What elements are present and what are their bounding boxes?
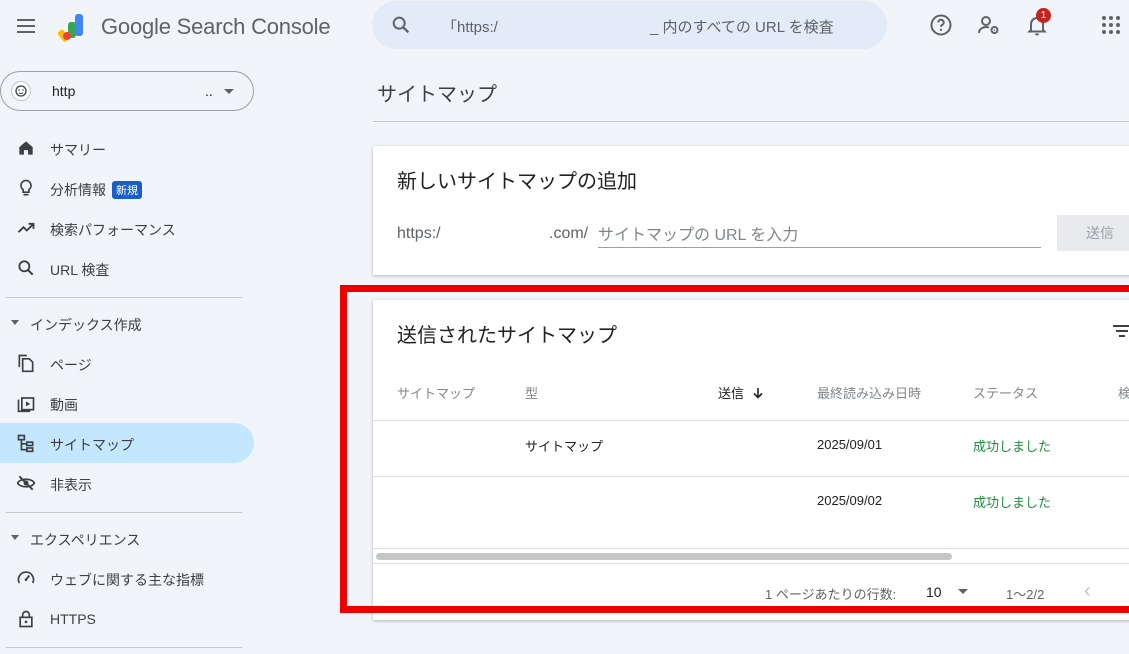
- pages-icon: [18, 354, 34, 373]
- search-query-start: 「https:/: [442, 19, 498, 36]
- home-icon: [19, 141, 33, 155]
- add-sitemap-card: 新しいサイトマップの追加 https:/ .com/ 送信: [373, 146, 1129, 275]
- lock-icon: [19, 610, 33, 628]
- chevron-down-icon: [224, 89, 234, 94]
- divider: [6, 512, 242, 513]
- divider: [6, 647, 242, 648]
- search-icon: [392, 16, 410, 34]
- property-label: http: [52, 83, 76, 99]
- search-console-logo-icon: [58, 14, 83, 42]
- notification-count-badge: 1: [1036, 8, 1051, 23]
- speed-icon: [17, 571, 35, 584]
- property-favicon: [11, 81, 31, 101]
- property-ellipsis: ..: [205, 83, 213, 99]
- sidebar-item-removals[interactable]: 非表示: [0, 463, 254, 503]
- card-title: 新しいサイトマップの追加: [397, 171, 637, 193]
- sidebar-item-performance[interactable]: 検索パフォーマンス: [0, 208, 254, 248]
- sidebar-item-videos[interactable]: 動画: [0, 383, 254, 423]
- sitemap-icon: [17, 434, 34, 453]
- divider: [373, 121, 1129, 122]
- visibility-off-icon: [16, 475, 36, 491]
- sidebar-item-summary[interactable]: サマリー: [0, 128, 254, 168]
- section-header-experience[interactable]: エクスペリエンス: [0, 520, 254, 556]
- submit-button[interactable]: 送信: [1057, 215, 1129, 251]
- divider: [6, 297, 242, 298]
- sidebar-item-sitemaps[interactable]: サイトマップ: [0, 423, 254, 463]
- app-title[interactable]: Google Search Console: [101, 14, 331, 40]
- user-settings-icon[interactable]: [977, 13, 1001, 37]
- url-inspection-search[interactable]: 「https:/ _ 内のすべての URL を検査: [372, 1, 887, 49]
- sidebar-item-pages[interactable]: ページ: [0, 343, 254, 383]
- search-icon: [18, 260, 34, 276]
- collapse-icon: [11, 535, 19, 540]
- section-header-indexing[interactable]: インデックス作成: [0, 305, 254, 341]
- help-icon[interactable]: [929, 13, 953, 37]
- new-badge: 新規: [112, 181, 142, 199]
- video-icon: [17, 397, 35, 413]
- search-query-end: _ 内のすべての URL を検査: [650, 19, 834, 36]
- sidebar-item-url-inspection[interactable]: URL 検査: [0, 248, 254, 288]
- highlight-box: [340, 285, 1129, 613]
- sidebar-item-https[interactable]: HTTPS: [0, 599, 254, 639]
- property-selector[interactable]: http ..: [0, 71, 254, 111]
- sidebar-item-insights[interactable]: 分析情報 新規: [0, 168, 254, 208]
- sidebar-item-label: 分析情報: [50, 182, 106, 198]
- trending-up-icon: [17, 222, 35, 233]
- main-menu-icon[interactable]: [14, 14, 38, 38]
- top-bar: Google Search Console 「https:/ _ 内のすべての …: [0, 0, 1129, 52]
- collapse-icon: [11, 320, 19, 325]
- sidebar-item-core-web-vitals[interactable]: ウェブに関する主な指標: [0, 558, 254, 598]
- url-suffix: .com/: [549, 225, 589, 242]
- url-prefix: https:/: [397, 225, 441, 242]
- sitemap-url-input[interactable]: [598, 225, 1041, 248]
- page-title: サイトマップ: [377, 84, 497, 106]
- apps-grid-icon[interactable]: [1099, 13, 1123, 37]
- lightbulb-icon: [20, 179, 32, 196]
